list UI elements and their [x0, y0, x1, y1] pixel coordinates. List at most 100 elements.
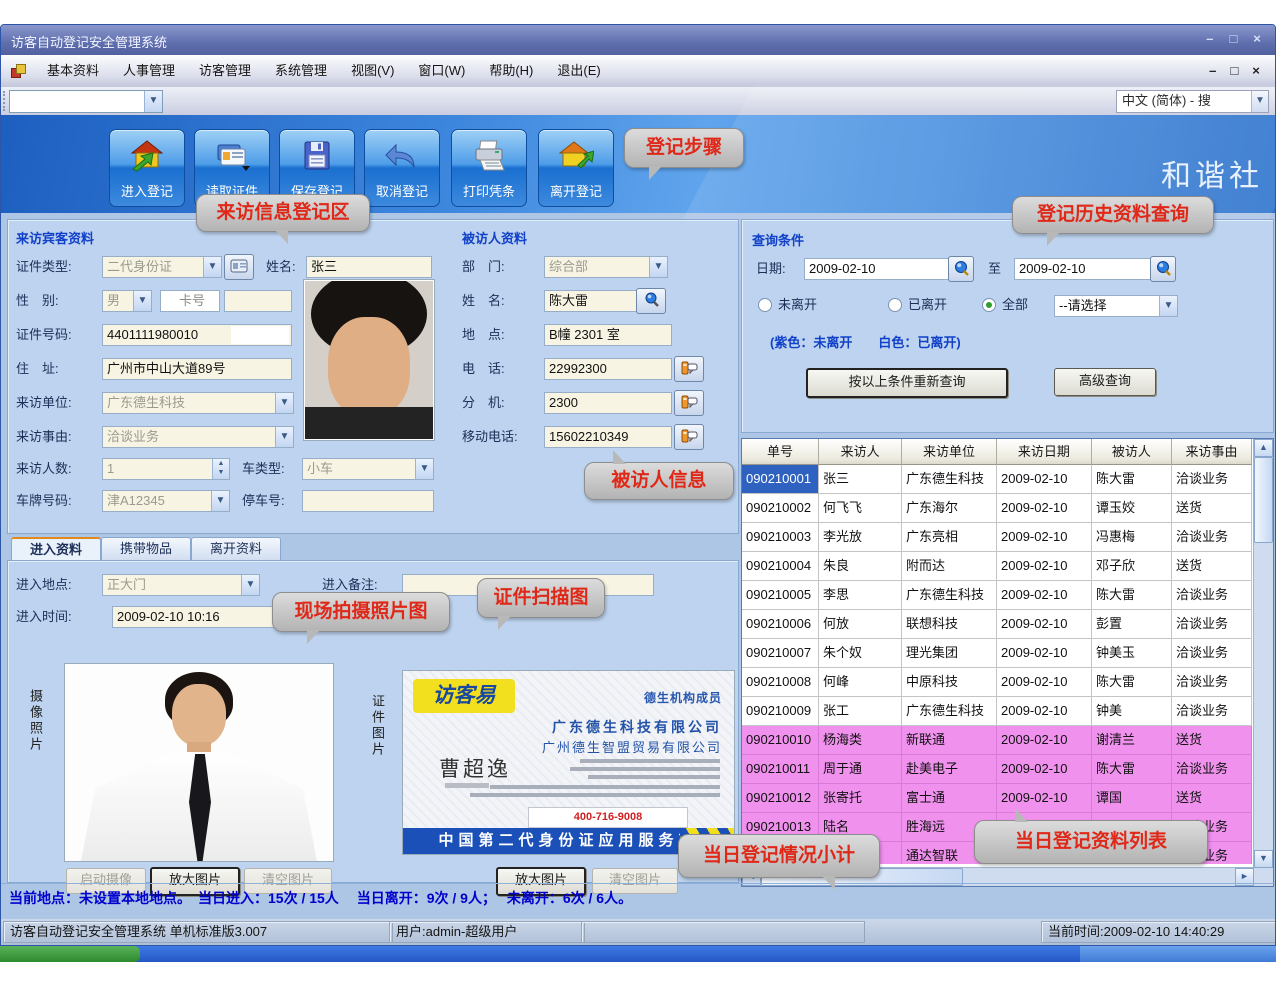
table-cell[interactable]: 送货 [1172, 784, 1252, 813]
table-cell[interactable]: 090210010 [742, 726, 819, 755]
mdi-minimize-icon[interactable]: – [1204, 55, 1222, 87]
location-field[interactable]: B幢 2301 室 [544, 324, 672, 346]
phone-field[interactable]: 22992300 [544, 358, 672, 380]
status-select[interactable]: --请选择▼ [1054, 295, 1178, 317]
table-cell[interactable]: 送货 [1172, 552, 1252, 581]
menu-item-0[interactable]: 基本资料 [35, 55, 111, 87]
table-cell[interactable]: 谭国 [1092, 784, 1172, 813]
chevron-down-icon[interactable]: ▼ [211, 491, 229, 511]
table-cell[interactable]: 陈大雷 [1092, 755, 1172, 784]
close-icon[interactable]: × [1247, 31, 1267, 46]
chevron-down-icon[interactable]: ▼ [1159, 296, 1177, 316]
print-ticket-button[interactable]: 打印凭条 [451, 129, 527, 207]
table-cell[interactable]: 广东亮相 [902, 523, 997, 552]
table-cell[interactable]: 090210007 [742, 639, 819, 668]
table-cell[interactable]: 洽谈业务 [1172, 610, 1252, 639]
table-cell[interactable]: 陈大雷 [1092, 465, 1172, 494]
address-field[interactable]: 广州市中山大道89号 [102, 358, 292, 380]
tab-leave-info[interactable]: 离开资料 [191, 537, 281, 562]
spinner-arrows-icon[interactable]: ▲▼ [212, 459, 229, 479]
table-cell[interactable]: 富士通 [902, 784, 997, 813]
table-cell[interactable]: 陈大雷 [1092, 668, 1172, 697]
card-no-field[interactable] [224, 290, 292, 312]
table-row-11[interactable]: 090210012张寄托富士通2009-02-10谭国送货 [742, 784, 1252, 813]
table-cell[interactable]: 赴美电子 [902, 755, 997, 784]
chevron-down-icon[interactable]: ▼ [133, 291, 151, 311]
requery-button[interactable]: 按以上条件重新查询 [806, 368, 1008, 398]
table-cell[interactable]: 送货 [1172, 494, 1252, 523]
advanced-query-button[interactable]: 高级查询 [1054, 368, 1156, 396]
column-header-0[interactable]: 单号 [742, 439, 819, 465]
chevron-down-icon[interactable]: ▼ [415, 459, 433, 479]
table-cell[interactable]: 朱良 [819, 552, 902, 581]
table-cell[interactable]: 彭置 [1092, 610, 1172, 639]
vertical-scrollbar[interactable]: ▲ ▼ [1253, 439, 1273, 868]
table-row-4[interactable]: 090210005李思广东德生科技2009-02-10陈大雷洽谈业务 [742, 581, 1252, 610]
table-cell[interactable]: 张三 [819, 465, 902, 494]
table-cell[interactable]: 谭玉姣 [1092, 494, 1172, 523]
table-row-9[interactable]: 090210010杨海类新联通2009-02-10谢清兰送货 [742, 726, 1252, 755]
read-card-button[interactable] [224, 254, 254, 280]
plate-no-combo[interactable]: 津A12345▼ [102, 490, 230, 512]
table-cell[interactable]: 李光放 [819, 523, 902, 552]
mdi-restore-icon[interactable]: □ [1225, 55, 1243, 87]
table-cell[interactable]: 钟美 [1092, 697, 1172, 726]
visitor-count-spinner[interactable]: 1▲▼ [102, 458, 230, 480]
table-cell[interactable]: 090210003 [742, 523, 819, 552]
table-cell[interactable]: 090210009 [742, 697, 819, 726]
cert-no-field[interactable]: 4401111980010 [102, 324, 292, 346]
scroll-down-icon[interactable]: ▼ [1254, 850, 1273, 868]
scroll-up-icon[interactable]: ▲ [1254, 439, 1273, 457]
entry-place-combo[interactable]: 正大门▼ [102, 574, 260, 596]
cancel-register-button[interactable]: 取消登记 [364, 129, 440, 207]
table-cell[interactable]: 送货 [1172, 726, 1252, 755]
menu-item-3[interactable]: 系统管理 [263, 55, 339, 87]
search-visited-button[interactable] [636, 288, 666, 314]
visitor-name-field[interactable]: 张三 [306, 256, 432, 278]
table-cell[interactable]: 张寄托 [819, 784, 902, 813]
chevron-down-icon[interactable]: ▼ [144, 91, 162, 112]
menu-item-2[interactable]: 访客管理 [187, 55, 263, 87]
date-from-picker-button[interactable] [948, 256, 974, 282]
table-row-3[interactable]: 090210004朱良附而达2009-02-10邓子欣送货 [742, 552, 1252, 581]
table-cell[interactable]: 张工 [819, 697, 902, 726]
table-cell[interactable]: 朱个奴 [819, 639, 902, 668]
table-cell[interactable]: 090210001 [742, 465, 819, 494]
column-header-1[interactable]: 来访人 [819, 439, 902, 465]
table-cell[interactable]: 附而达 [902, 552, 997, 581]
table-cell[interactable]: 090210012 [742, 784, 819, 813]
table-cell[interactable]: 2009-02-10 [997, 697, 1092, 726]
table-cell[interactable]: 2009-02-10 [997, 581, 1092, 610]
table-cell[interactable]: 090210008 [742, 668, 819, 697]
table-row-6[interactable]: 090210007朱个奴理光集团2009-02-10钟美玉洽谈业务 [742, 639, 1252, 668]
table-cell[interactable]: 何峰 [819, 668, 902, 697]
vertical-scroll-thumb[interactable] [1254, 457, 1273, 543]
mobile-field[interactable]: 15602210349 [544, 426, 672, 448]
table-cell[interactable]: 广东德生科技 [902, 465, 997, 494]
table-cell[interactable]: 090210005 [742, 581, 819, 610]
date-to-picker-button[interactable] [1150, 256, 1176, 282]
table-cell[interactable]: 2009-02-10 [997, 610, 1092, 639]
tab-carried-items[interactable]: 携带物品 [101, 537, 191, 562]
ext-field[interactable]: 2300 [544, 392, 672, 414]
table-cell[interactable]: 洽谈业务 [1172, 639, 1252, 668]
table-cell[interactable]: 中原科技 [902, 668, 997, 697]
table-cell[interactable]: 2009-02-10 [997, 465, 1092, 494]
table-cell[interactable]: 090210002 [742, 494, 819, 523]
table-cell[interactable]: 洽谈业务 [1172, 465, 1252, 494]
chevron-down-icon[interactable]: ▼ [275, 393, 293, 413]
table-cell[interactable]: 广东德生科技 [902, 697, 997, 726]
table-cell[interactable]: 钟美玉 [1092, 639, 1172, 668]
table-cell[interactable]: 洽谈业务 [1172, 523, 1252, 552]
column-header-5[interactable]: 来访事由 [1172, 439, 1252, 465]
table-cell[interactable]: 洽谈业务 [1172, 668, 1252, 697]
radio-left[interactable]: 已离开 [888, 296, 947, 314]
chevron-down-icon[interactable]: ▼ [649, 257, 667, 277]
column-header-4[interactable]: 被访人 [1092, 439, 1172, 465]
visit-reason-combo[interactable]: 洽谈业务▼ [102, 426, 294, 448]
column-header-2[interactable]: 来访单位 [902, 439, 997, 465]
menu-item-5[interactable]: 窗口(W) [406, 55, 477, 87]
cert-type-combo[interactable]: 二代身份证▼ [102, 256, 222, 278]
menu-item-6[interactable]: 帮助(H) [477, 55, 545, 87]
table-cell[interactable]: 何飞飞 [819, 494, 902, 523]
